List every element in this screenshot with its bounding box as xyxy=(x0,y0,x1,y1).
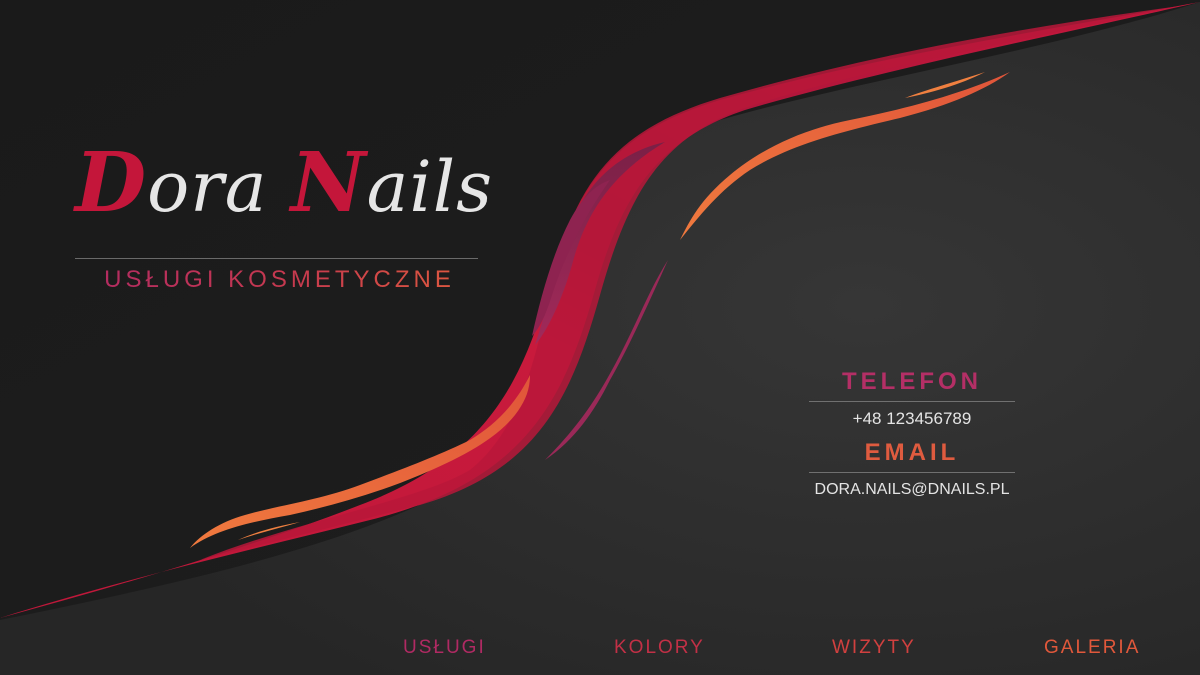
nav-link-kolory[interactable]: KOLORY xyxy=(614,634,705,662)
brand-title-part-2: ails xyxy=(366,146,494,228)
email-divider xyxy=(809,472,1015,473)
background-artwork xyxy=(0,0,1200,675)
nav-link-uslugi[interactable]: USŁUGI xyxy=(403,634,486,662)
phone-divider xyxy=(809,401,1015,402)
contact-block: TELEFON +48 123456789 EMAIL DORA.NAILS@D… xyxy=(809,366,1015,502)
brand-tagline: USŁUGI KOSMETYCZNE xyxy=(75,266,478,294)
email-heading: EMAIL xyxy=(864,439,960,466)
bottom-navigation: USŁUGI KOLORY WIZYTY GALERIA xyxy=(0,634,1200,664)
brand-initial-n: N xyxy=(290,135,367,231)
brand-block: Dora Nails USŁUGI KOSMETYCZNE xyxy=(75,128,492,294)
brand-initial-d: D xyxy=(75,135,148,231)
nav-link-wizyty[interactable]: WIZYTY xyxy=(832,634,916,662)
email-address-link[interactable]: DORA.NAILS@DNAILS.PL xyxy=(809,478,1015,502)
phone-number-link[interactable]: +48 123456789 xyxy=(809,407,1015,431)
brand-logo-title[interactable]: Dora Nails xyxy=(75,128,492,238)
brand-divider xyxy=(75,258,478,259)
landing-page: Dora Nails USŁUGI KOSMETYCZNE TELEFON +4… xyxy=(0,0,1200,675)
brand-title-part-1: ora xyxy=(147,146,291,228)
nav-link-galeria[interactable]: GALERIA xyxy=(1044,634,1140,662)
phone-heading: TELEFON xyxy=(842,368,982,395)
